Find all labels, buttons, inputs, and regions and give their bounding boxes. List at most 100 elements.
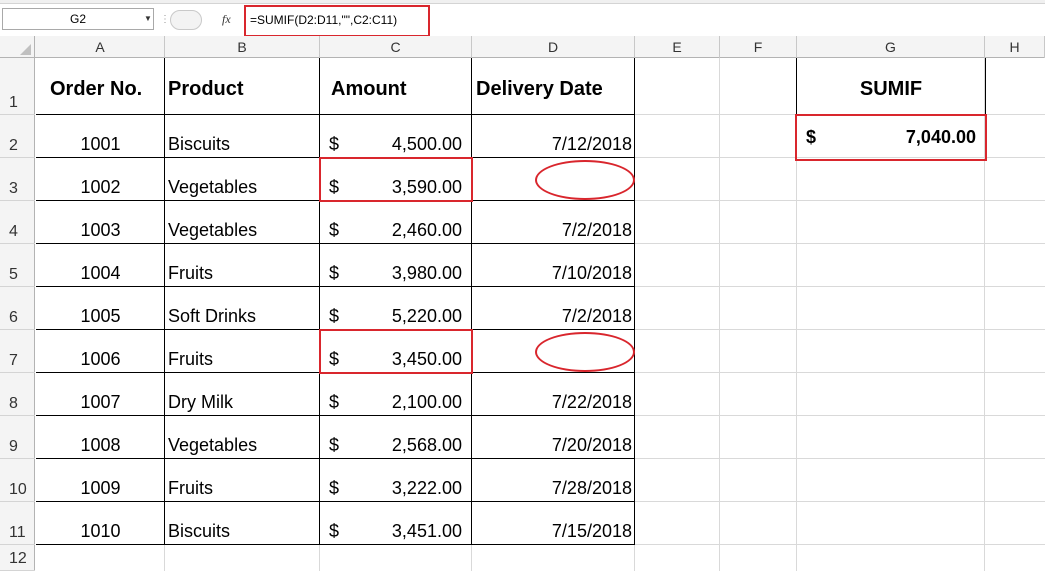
chevron-down-icon[interactable]: ▼ (142, 8, 154, 30)
row-number: 2 (9, 137, 18, 154)
amount-cell: 2,460.00 (391, 220, 462, 240)
order-number-cell: 1008 (80, 435, 121, 455)
amount-cell: 2,568.00 (391, 435, 462, 455)
table-border-vertical (319, 58, 320, 545)
product-cell: Soft Drinks (168, 306, 257, 326)
product-cell: Fruits (168, 478, 213, 498)
currency-symbol: $ (329, 435, 340, 455)
column-title-3: Amount (331, 78, 407, 100)
delivery-date-cell: 7/28/2018 (551, 478, 632, 498)
currency-symbol: $ (329, 478, 340, 498)
row-number: 4 (9, 223, 18, 240)
row-number: 7 (9, 352, 18, 369)
row-number: 6 (9, 309, 18, 326)
table-border-horizontal (36, 243, 635, 244)
amount-cell: 5,220.00 (391, 306, 462, 326)
formula-bar-top-edge (0, 0, 1045, 4)
table-border-vertical (634, 58, 635, 545)
result-currency-symbol: $ (806, 127, 817, 147)
product-cell: Biscuits (168, 134, 231, 154)
currency-symbol: $ (329, 392, 340, 412)
amount-cell: 3,980.00 (391, 263, 462, 283)
amount-cell: 2,100.00 (391, 392, 462, 412)
column-header-a[interactable]: A (36, 36, 165, 58)
column-header-h[interactable]: H (985, 36, 1045, 58)
row-header-6[interactable]: 6 (0, 287, 35, 330)
formula-bar-cancel-enter-area[interactable] (170, 10, 202, 30)
order-number-cell: 1010 (80, 521, 121, 541)
column-header-e[interactable]: E (635, 36, 720, 58)
column-header-c[interactable]: C (320, 36, 472, 58)
row-number: 12 (9, 550, 27, 567)
sumif-title: SUMIF (859, 78, 923, 100)
row-header-12[interactable]: 12 (0, 545, 35, 571)
row-header-8[interactable]: 8 (0, 373, 35, 416)
table-border-horizontal (36, 458, 635, 459)
delivery-date-cell: 7/10/2018 (551, 263, 632, 283)
product-cell: Vegetables (168, 435, 258, 455)
row-number: 1 (9, 94, 18, 111)
product-cell: Vegetables (168, 220, 258, 240)
amount-highlight-box (319, 329, 473, 374)
table-border-horizontal (36, 544, 635, 545)
splitter-handle[interactable]: ⋮ (160, 12, 170, 28)
select-all-triangle-icon (20, 44, 31, 55)
name-box[interactable]: G2 (2, 8, 154, 30)
row-header-3[interactable]: 3 (0, 158, 35, 201)
currency-symbol: $ (329, 134, 340, 154)
product-cell: Fruits (168, 263, 213, 283)
delivery-date-cell: 7/20/2018 (551, 435, 632, 455)
delivery-date-cell: 7/12/2018 (551, 134, 632, 154)
column-header-d[interactable]: D (472, 36, 635, 58)
product-cell: Fruits (168, 349, 213, 369)
table-border-vertical (164, 58, 165, 545)
column-header-f[interactable]: F (720, 36, 797, 58)
result-value[interactable]: 7,040.00 (830, 126, 976, 148)
row-number: 5 (9, 266, 18, 283)
column-header-b[interactable]: B (165, 36, 320, 58)
formula-bar (0, 0, 1045, 38)
amount-cell: 3,222.00 (391, 478, 462, 498)
row-header-10[interactable]: 10 (0, 459, 35, 502)
table-border-horizontal (36, 415, 635, 416)
delivery-date-cell: 7/15/2018 (551, 521, 632, 541)
amount-cell: 4,500.00 (391, 134, 462, 154)
column-header-g[interactable]: G (797, 36, 985, 58)
order-number-cell: 1006 (80, 349, 121, 369)
order-number-cell: 1004 (80, 263, 121, 283)
row-number: 9 (9, 438, 18, 455)
table-border-horizontal (36, 286, 635, 287)
amount-highlight-box (319, 157, 473, 202)
order-number-cell: 1002 (80, 177, 121, 197)
table-border-vertical (471, 58, 472, 545)
row-header-2[interactable]: 2 (0, 115, 35, 158)
currency-symbol: $ (329, 263, 340, 283)
row-header-5[interactable]: 5 (0, 244, 35, 287)
delivery-date-cell: 7/22/2018 (551, 392, 632, 412)
table-border-horizontal (36, 114, 635, 115)
blank-date-highlight-oval (535, 160, 635, 200)
order-number-cell: 1005 (80, 306, 121, 326)
blank-date-highlight-oval (535, 332, 635, 372)
product-cell: Biscuits (168, 521, 231, 541)
order-number-cell: 1003 (80, 220, 121, 240)
delivery-date-cell: 7/2/2018 (561, 220, 632, 240)
row-header-9[interactable]: 9 (0, 416, 35, 459)
currency-symbol: $ (329, 306, 340, 326)
column-title-2: Product (168, 78, 244, 100)
row-header-1[interactable]: 1 (0, 58, 35, 115)
row-header-11[interactable]: 11 (0, 502, 35, 545)
order-number-cell: 1007 (80, 392, 121, 412)
product-cell: Vegetables (168, 177, 258, 197)
currency-symbol: $ (329, 220, 340, 240)
product-cell: Dry Milk (168, 392, 233, 412)
row-number: 11 (9, 524, 26, 541)
column-title-4: Delivery Date (476, 78, 603, 100)
table-border-horizontal (36, 501, 635, 502)
result-border-right (985, 58, 986, 115)
row-header-7[interactable]: 7 (0, 330, 35, 373)
delivery-date-cell: 7/2/2018 (561, 306, 632, 326)
row-header-4[interactable]: 4 (0, 201, 35, 244)
formula-input[interactable]: =SUMIF(D2:D11,"",C2:C11) (250, 10, 430, 30)
insert-function-button[interactable]: fx (222, 9, 238, 29)
